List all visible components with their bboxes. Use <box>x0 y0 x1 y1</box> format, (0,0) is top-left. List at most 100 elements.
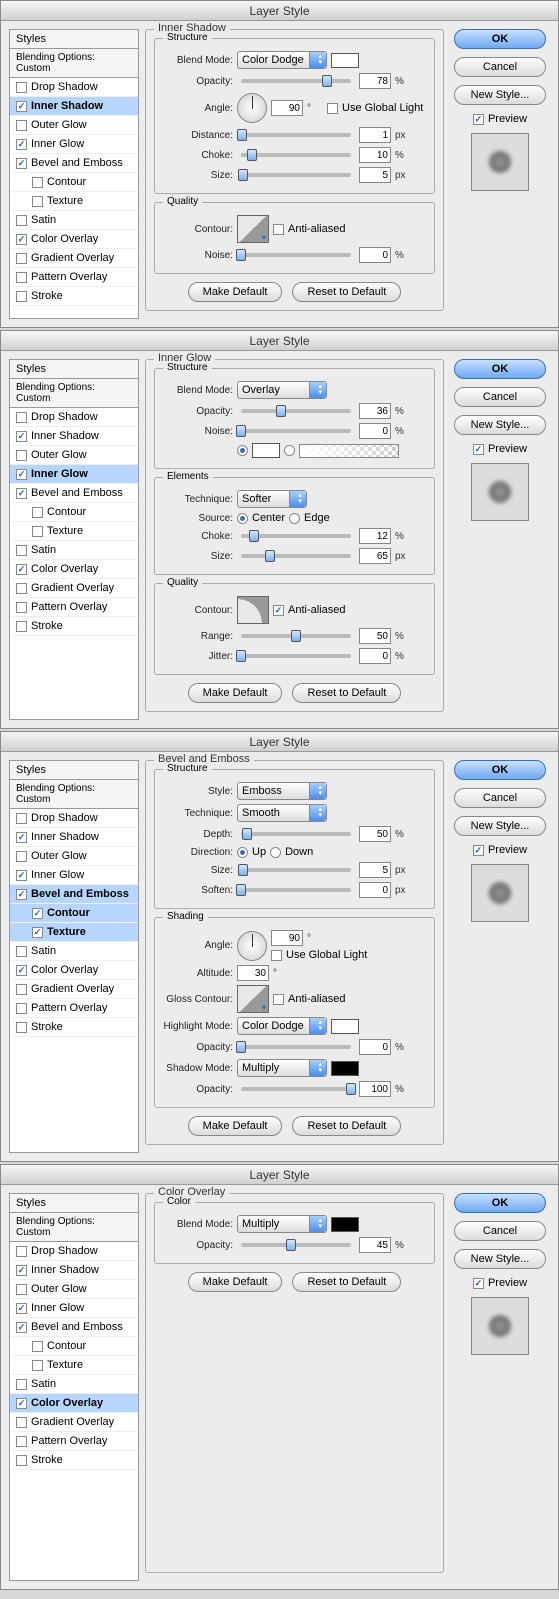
style-color-overlay[interactable]: Color Overlay <box>10 1394 138 1413</box>
checkbox[interactable] <box>16 215 27 226</box>
style-color-overlay[interactable]: Color Overlay <box>10 230 138 249</box>
style-bevel-emboss[interactable]: Bevel and Emboss <box>10 484 138 503</box>
shadow-opacity-slider[interactable] <box>241 1087 351 1091</box>
opacity-input[interactable] <box>359 403 391 419</box>
angle-input[interactable] <box>271 930 303 946</box>
anti-aliased-checkbox[interactable] <box>273 994 284 1005</box>
angle-dial[interactable] <box>237 931 267 961</box>
noise-input[interactable] <box>359 423 391 439</box>
size-slider[interactable] <box>241 173 351 177</box>
style-contour[interactable]: Contour <box>10 904 138 923</box>
cancel-button[interactable]: Cancel <box>454 57 546 77</box>
gradient-radio[interactable] <box>284 445 295 456</box>
choke-input[interactable] <box>359 528 391 544</box>
blending-options[interactable]: Blending Options: Custom <box>10 49 138 78</box>
style-pattern-overlay[interactable]: Pattern Overlay <box>10 1432 138 1451</box>
style-drop-shadow[interactable]: Drop Shadow <box>10 408 138 427</box>
style-inner-shadow[interactable]: Inner Shadow <box>10 427 138 446</box>
style-gradient-overlay[interactable]: Gradient Overlay <box>10 579 138 598</box>
color-radio[interactable] <box>237 445 248 456</box>
style-select[interactable]: Emboss▴▾ <box>237 782 327 800</box>
style-inner-shadow[interactable]: Inner Shadow <box>10 828 138 847</box>
style-color-overlay[interactable]: Color Overlay <box>10 560 138 579</box>
distance-slider[interactable] <box>241 133 351 137</box>
color-swatch[interactable] <box>331 53 359 68</box>
size-slider[interactable] <box>241 868 351 872</box>
style-outer-glow[interactable]: Outer Glow <box>10 847 138 866</box>
style-inner-glow[interactable]: Inner Glow <box>10 1299 138 1318</box>
size-input[interactable] <box>359 548 391 564</box>
style-gradient-overlay[interactable]: Gradient Overlay <box>10 1413 138 1432</box>
checkbox[interactable] <box>16 101 27 112</box>
angle-dial[interactable] <box>237 93 267 123</box>
technique-select[interactable]: Smooth▴▾ <box>237 804 327 822</box>
style-satin[interactable]: Satin <box>10 1375 138 1394</box>
style-drop-shadow[interactable]: Drop Shadow <box>10 78 138 97</box>
opacity-input[interactable] <box>359 73 391 89</box>
anti-aliased-checkbox[interactable] <box>273 605 284 616</box>
ok-button[interactable]: OK <box>454 1193 546 1213</box>
opacity-slider[interactable] <box>241 409 351 413</box>
ok-button[interactable]: OK <box>454 29 546 49</box>
make-default-button[interactable]: Make Default <box>188 683 283 703</box>
new-style-button[interactable]: New Style... <box>454 1249 546 1269</box>
highlight-opacity-input[interactable] <box>359 1039 391 1055</box>
noise-slider[interactable] <box>241 429 351 433</box>
use-global-light-checkbox[interactable] <box>327 103 338 114</box>
style-satin[interactable]: Satin <box>10 942 138 961</box>
style-texture[interactable]: Texture <box>10 522 138 541</box>
checkbox[interactable] <box>16 291 27 302</box>
gloss-contour-picker[interactable]: ▾ <box>237 985 269 1013</box>
checkbox[interactable] <box>16 82 27 93</box>
direction-up-radio[interactable] <box>237 847 248 858</box>
checkbox[interactable] <box>16 120 27 131</box>
opacity-input[interactable] <box>359 1237 391 1253</box>
style-contour[interactable]: Contour <box>10 173 138 192</box>
preview-checkbox[interactable] <box>473 444 484 455</box>
style-inner-shadow[interactable]: Inner Shadow <box>10 97 138 116</box>
style-satin[interactable]: Satin <box>10 211 138 230</box>
source-edge-radio[interactable] <box>289 513 300 524</box>
style-outer-glow[interactable]: Outer Glow <box>10 446 138 465</box>
reset-default-button[interactable]: Reset to Default <box>292 282 401 302</box>
make-default-button[interactable]: Make Default <box>188 282 283 302</box>
range-slider[interactable] <box>241 634 351 638</box>
style-satin[interactable]: Satin <box>10 541 138 560</box>
preview-checkbox[interactable] <box>473 114 484 125</box>
size-input[interactable] <box>359 862 391 878</box>
style-stroke[interactable]: Stroke <box>10 287 138 306</box>
contour-picker[interactable]: ▾ <box>237 215 269 243</box>
style-pattern-overlay[interactable]: Pattern Overlay <box>10 268 138 287</box>
style-stroke[interactable]: Stroke <box>10 1018 138 1037</box>
highlight-mode-select[interactable]: Color Dodge▴▾ <box>237 1017 327 1035</box>
style-bevel-emboss[interactable]: Bevel and Emboss <box>10 1318 138 1337</box>
new-style-button[interactable]: New Style... <box>454 816 546 836</box>
source-center-radio[interactable] <box>237 513 248 524</box>
size-slider[interactable] <box>241 554 351 558</box>
shadow-mode-select[interactable]: Multiply▴▾ <box>237 1059 327 1077</box>
use-global-light-checkbox[interactable] <box>271 950 282 961</box>
choke-input[interactable] <box>359 147 391 163</box>
ok-button[interactable]: OK <box>454 359 546 379</box>
reset-default-button[interactable]: Reset to Default <box>292 683 401 703</box>
styles-header[interactable]: Styles <box>10 30 138 49</box>
checkbox[interactable] <box>16 139 27 150</box>
style-outer-glow[interactable]: Outer Glow <box>10 116 138 135</box>
jitter-input[interactable] <box>359 648 391 664</box>
style-texture[interactable]: Texture <box>10 1356 138 1375</box>
new-style-button[interactable]: New Style... <box>454 415 546 435</box>
style-pattern-overlay[interactable]: Pattern Overlay <box>10 999 138 1018</box>
checkbox[interactable] <box>32 196 43 207</box>
style-inner-glow[interactable]: Inner Glow <box>10 866 138 885</box>
style-outer-glow[interactable]: Outer Glow <box>10 1280 138 1299</box>
new-style-button[interactable]: New Style... <box>454 85 546 105</box>
highlight-color-swatch[interactable] <box>331 1019 359 1034</box>
blend-mode-select[interactable]: Overlay▴▾ <box>237 381 327 399</box>
soften-input[interactable] <box>359 882 391 898</box>
checkbox[interactable] <box>16 158 27 169</box>
blend-mode-select[interactable]: Multiply▴▾ <box>237 1215 327 1233</box>
checkbox[interactable] <box>16 234 27 245</box>
opacity-slider[interactable] <box>241 79 351 83</box>
checkbox[interactable] <box>16 272 27 283</box>
style-texture[interactable]: Texture <box>10 192 138 211</box>
